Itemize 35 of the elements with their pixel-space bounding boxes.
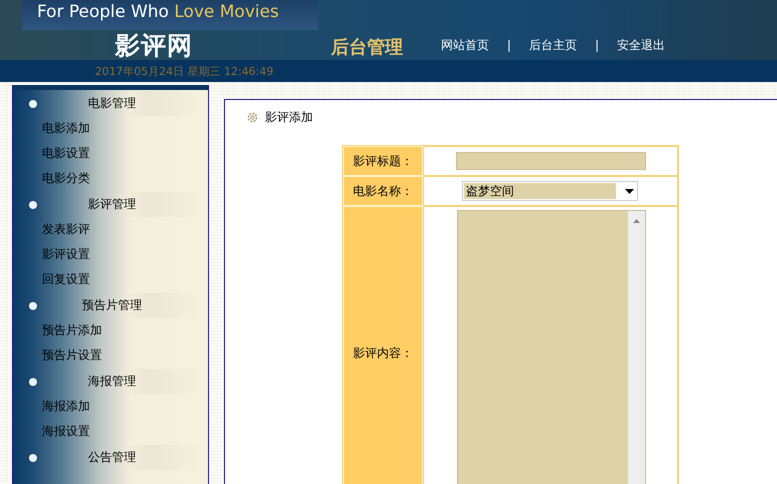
- gear-icon: [247, 112, 258, 122]
- field-label: 电影名称：: [343, 176, 423, 206]
- section-title: 后台管理: [331, 36, 403, 59]
- nav-separator: |: [507, 38, 512, 52]
- field-label: 影评内容：: [343, 206, 423, 484]
- nav-link[interactable]: 网站首页: [441, 36, 489, 54]
- bullet-icon: [29, 200, 37, 208]
- bullet-icon: [29, 378, 37, 386]
- sidebar-item[interactable]: 发表影评: [13, 217, 208, 242]
- nav-link[interactable]: 后台主页: [529, 36, 578, 54]
- sidebar-item[interactable]: 海报设置: [13, 419, 208, 444]
- sidebar-item[interactable]: 回复设置: [13, 267, 208, 292]
- date-time-text: 2017年05月24日 星期三 12:46:49: [95, 64, 274, 78]
- sidebar-item[interactable]: 海报添加: [13, 394, 208, 419]
- nav-separator: |: [595, 38, 600, 52]
- nav-link[interactable]: 安全退出: [617, 36, 666, 54]
- slogan-text: For People Who Love Movies: [37, 1, 280, 23]
- movie-select[interactable]: 盗梦空间: [462, 181, 638, 201]
- site-title: 影评网: [115, 30, 193, 62]
- sidebar-item[interactable]: 预告片添加: [13, 318, 208, 343]
- sidebar-item[interactable]: 电影添加: [13, 116, 208, 141]
- content-textarea[interactable]: [457, 210, 646, 484]
- sidebar-item[interactable]: 预告片设置: [13, 343, 208, 368]
- bullet-icon: [29, 100, 37, 108]
- page-title: 影评添加: [265, 108, 313, 126]
- title-input[interactable]: [456, 152, 646, 170]
- bullet-icon: [29, 302, 37, 310]
- bullet-icon: [29, 454, 37, 462]
- sidebar-item[interactable]: 电影分类: [13, 166, 208, 191]
- sidebar-item[interactable]: 影评设置: [13, 242, 208, 267]
- scrollbar[interactable]: [628, 211, 645, 484]
- scroll-up-icon[interactable]: [633, 219, 640, 223]
- caret-icon: [625, 188, 634, 194]
- sidebar-item[interactable]: 电影设置: [13, 141, 208, 166]
- field-label: 影评标题：: [343, 146, 423, 176]
